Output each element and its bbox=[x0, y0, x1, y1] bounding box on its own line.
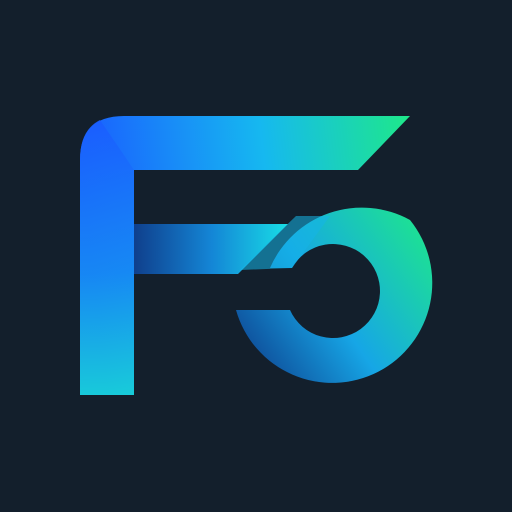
f-stem bbox=[80, 120, 134, 395]
f5-monogram-logo-icon bbox=[80, 116, 433, 395]
app-icon-canvas bbox=[0, 0, 512, 512]
